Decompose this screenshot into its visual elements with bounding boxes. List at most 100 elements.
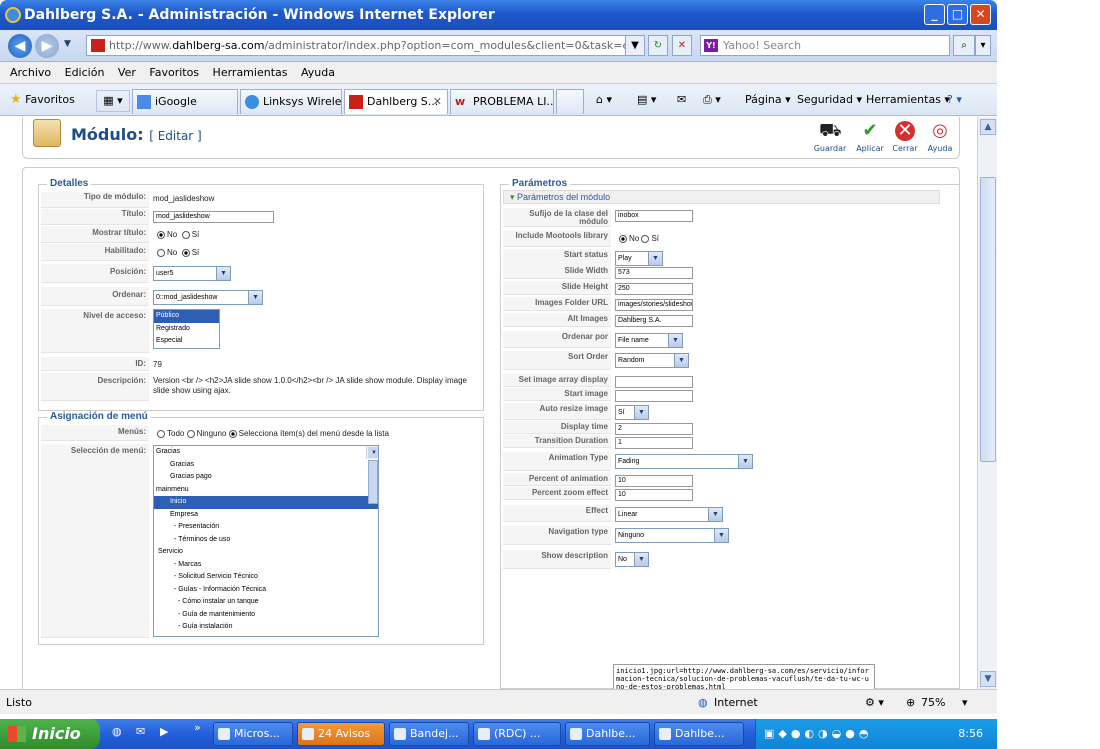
tab-linksys[interactable]: Linksys Wirele... — [240, 89, 342, 114]
listbox-scrollbar[interactable]: ▲ ▼ — [366, 446, 378, 504]
new-tab-button[interactable] — [556, 89, 584, 114]
show-title-no-radio[interactable] — [157, 230, 165, 239]
param-select[interactable]: Ninguno ▼ — [615, 528, 729, 543]
zoom-dropdown-icon[interactable]: ▾ — [962, 690, 968, 715]
security-menu[interactable]: Seguridad ▾ — [797, 90, 862, 110]
maximize-button[interactable]: □ — [947, 4, 968, 25]
menu-archivo[interactable]: Archivo — [10, 62, 51, 84]
tab-igoogle[interactable]: iGoogle — [132, 89, 238, 114]
menus-select-radio[interactable] — [228, 429, 237, 438]
search-input[interactable]: Y! Yahoo! Search — [700, 35, 950, 56]
param-select[interactable]: Linear ▼ — [615, 507, 723, 522]
scroll-thumb[interactable] — [980, 177, 996, 462]
apply-button[interactable]: ✔ Aplicar — [852, 121, 888, 154]
print-icon[interactable]: ⎙ ▾ — [703, 90, 721, 110]
list-item[interactable]: Empresa — [154, 509, 378, 522]
param-select[interactable]: No ▼ — [615, 552, 649, 567]
history-dropdown-icon[interactable]: ▼ — [64, 39, 71, 49]
menu-herramientas[interactable]: Herramientas — [213, 62, 288, 84]
list-item[interactable]: Servicio — [154, 546, 378, 559]
param-input[interactable]: images/stories/slideshow — [615, 299, 693, 311]
param-input[interactable]: 250 — [615, 283, 693, 295]
back-button[interactable]: ◀ — [8, 34, 32, 58]
feeds-icon[interactable]: ▤ ▾ — [637, 90, 656, 110]
list-item[interactable]: - Términos de uso — [154, 534, 378, 547]
quick-tabs-icon[interactable]: ▦ ▾ — [96, 90, 130, 112]
task-bandej[interactable]: Bandej... — [389, 722, 469, 746]
menu-edicion[interactable]: Edición — [65, 62, 105, 84]
help-button[interactable]: ◎ Ayuda — [922, 121, 958, 154]
param-select[interactable]: Random ▼ — [615, 353, 689, 368]
title-input[interactable]: mod_jaslideshow — [153, 211, 274, 223]
param-radio-yes[interactable] — [641, 234, 650, 243]
position-select[interactable]: user5 ▼ — [153, 266, 231, 281]
task-micros[interactable]: Micros... — [213, 722, 293, 746]
search-icon[interactable]: ⌕ — [953, 35, 975, 56]
list-item-selected[interactable]: Inicio — [154, 496, 378, 509]
slides-textarea[interactable]: inicio1.jpg:url=http://www.dahlberg-sa.c… — [613, 664, 875, 689]
scroll-down-icon[interactable]: ▼ — [980, 671, 996, 687]
page-scrollbar[interactable]: ▲ ▼ — [977, 117, 997, 689]
zoom-level[interactable]: 75% — [921, 690, 945, 715]
protected-mode-icon[interactable]: ⚙ ▾ — [865, 690, 884, 715]
tab-dahlberg[interactable]: Dahlberg S... ✕ — [344, 89, 448, 114]
list-item[interactable]: Gracias — [154, 459, 378, 472]
list-item[interactable]: - Solicitud Servicio Técnico — [154, 571, 378, 584]
list-item[interactable]: Gracias — [154, 446, 378, 459]
list-item[interactable]: - Presentación — [154, 521, 378, 534]
help-icon[interactable]: ? ▾ — [947, 90, 962, 110]
list-item[interactable]: - Cómo instalar un tanque — [154, 596, 378, 609]
scroll-down-icon[interactable]: ▼ — [368, 447, 378, 458]
quicklaunch-ie-icon[interactable]: ◍ — [112, 725, 122, 738]
param-radio-no[interactable] — [619, 234, 627, 243]
start-button[interactable]: Inicio — [0, 719, 100, 749]
param-input[interactable]: 2 — [615, 423, 693, 435]
list-item[interactable]: - Guía de mantenimiento — [154, 609, 378, 622]
param-input[interactable] — [615, 376, 693, 388]
refresh-icon[interactable]: ↻ — [648, 35, 668, 56]
stop-icon[interactable]: ✕ — [672, 35, 692, 56]
enabled-yes-radio[interactable] — [181, 248, 190, 257]
quicklaunch-more-icon[interactable]: » — [194, 721, 201, 734]
zoom-icon[interactable]: ⊕ — [906, 690, 915, 715]
param-select[interactable]: Fading ▼ — [615, 454, 753, 469]
close-tab-icon[interactable]: ✕ — [433, 90, 442, 113]
param-input[interactable]: 10 — [615, 475, 693, 487]
access-option-especial[interactable]: Especial — [154, 335, 219, 348]
param-input[interactable]: inobox — [615, 210, 693, 222]
param-select[interactable]: File name ▼ — [615, 333, 683, 348]
minimize-button[interactable]: _ — [924, 4, 945, 25]
access-option-publico[interactable]: Público — [154, 310, 219, 323]
list-item[interactable]: - Marcas — [154, 559, 378, 572]
enabled-no-radio[interactable] — [157, 248, 165, 257]
save-button[interactable]: ⛟ Guardar — [812, 121, 848, 154]
list-item[interactable]: mainmenu — [154, 484, 378, 497]
task-dahlbe-2[interactable]: Dahlbe... — [654, 722, 744, 746]
param-input[interactable]: 10 — [615, 489, 693, 501]
access-listbox[interactable]: Público Registrado Especial — [153, 309, 220, 349]
search-options-icon[interactable]: ▾ — [975, 35, 991, 56]
access-option-registrado[interactable]: Registrado — [154, 323, 219, 336]
menus-none-radio[interactable] — [186, 429, 195, 438]
list-item[interactable]: - Guía instalación — [154, 621, 378, 634]
param-input[interactable] — [615, 390, 693, 402]
menu-favoritos[interactable]: Favoritos — [149, 62, 199, 84]
menu-items-listbox[interactable]: Gracias Gracias Gracias pago mainmenu In… — [153, 445, 379, 637]
list-item[interactable]: - Guías - Información Técnica — [154, 584, 378, 597]
task-avisos[interactable]: 24 Avisos — [297, 722, 385, 746]
quicklaunch-media-icon[interactable]: ▶ — [160, 725, 168, 738]
params-section-header[interactable]: ▾ Parámetros del módulo — [503, 190, 940, 204]
show-title-yes-radio[interactable] — [181, 230, 190, 239]
menus-all-radio[interactable] — [157, 429, 165, 438]
list-item[interactable]: Gracias pago — [154, 471, 378, 484]
home-icon[interactable]: ⌂ ▾ — [596, 90, 612, 110]
param-select[interactable]: Play ▼ — [615, 251, 663, 266]
favorites-button[interactable]: ★ Favoritos — [10, 90, 75, 112]
param-input[interactable]: 573 — [615, 267, 693, 279]
page-menu[interactable]: Página ▾ — [745, 90, 791, 110]
tab-problema[interactable]: w PROBLEMA LI... — [450, 89, 554, 114]
scroll-thumb[interactable] — [368, 460, 378, 504]
menu-ayuda[interactable]: Ayuda — [301, 62, 335, 84]
param-input[interactable]: 1 — [615, 437, 693, 449]
task-dahlbe-1[interactable]: Dahlbe... — [565, 722, 650, 746]
